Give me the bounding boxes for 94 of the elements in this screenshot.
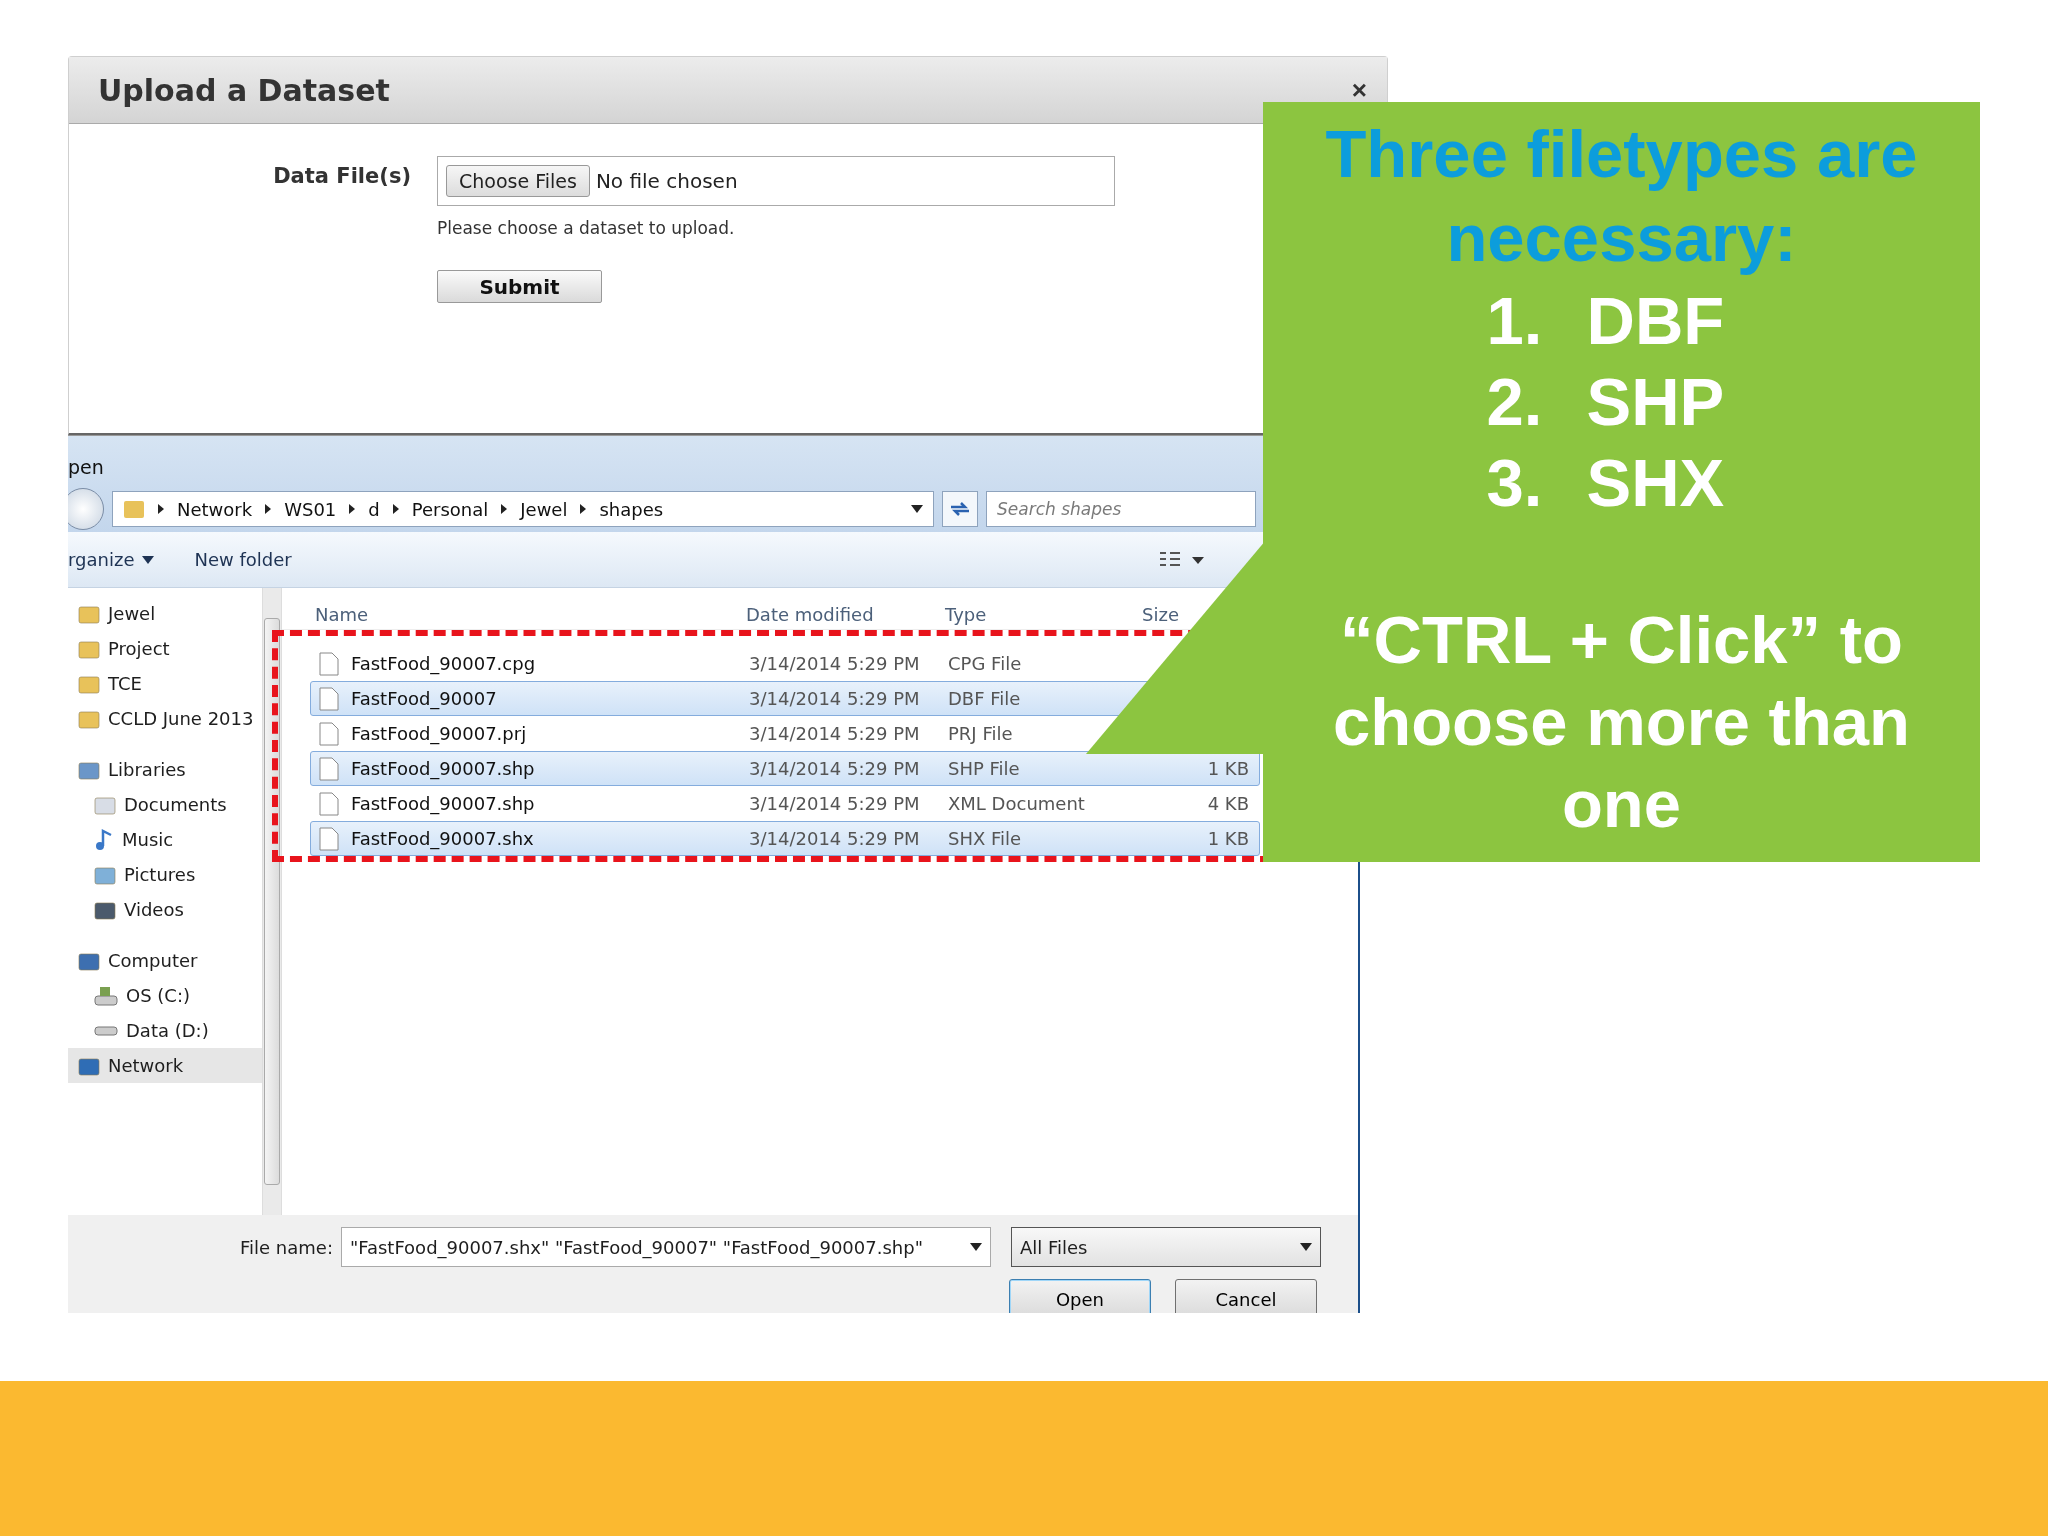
nav-item[interactable]: Jewel xyxy=(68,596,262,631)
date-cell-text: 3/14/2014 5:29 PM xyxy=(749,653,921,674)
list-item: SHX xyxy=(1586,444,1726,522)
list-item: DBF xyxy=(1586,282,1726,360)
type-cell-text: DBF File xyxy=(948,688,1022,709)
file-name: FastFood_90007.shx xyxy=(351,828,535,849)
field-label: Data File(s) xyxy=(272,163,411,190)
type-cell-text: SHP File xyxy=(948,758,1021,779)
chevron-icon xyxy=(348,503,357,515)
type-cell-text: XML Document xyxy=(948,793,1086,814)
nav-item[interactable]: Pictures xyxy=(68,857,262,892)
type-cell-text: PRJ File xyxy=(948,723,1014,744)
back-button[interactable] xyxy=(68,488,104,530)
column-header[interactable]: Type xyxy=(945,604,1142,629)
file-icon xyxy=(319,756,339,781)
type-cell-text: CPG File xyxy=(948,653,1023,674)
list-number: 1. xyxy=(1486,282,1544,360)
file-name: FastFood_90007.prj xyxy=(351,723,528,744)
date-cell-text: 3/14/2014 5:29 PM xyxy=(749,828,921,849)
window-title: pen xyxy=(68,455,105,480)
type-cell-text: SHX File xyxy=(948,828,1023,849)
dialog-title: Upload a Dataset xyxy=(98,72,390,108)
scrollbar[interactable] xyxy=(262,588,282,1215)
chevron-icon xyxy=(579,503,588,515)
column-header[interactable]: Date modified xyxy=(746,604,945,629)
field-hint: Please choose a dataset to upload. xyxy=(437,218,735,238)
file-icon xyxy=(319,826,339,851)
file-icon xyxy=(319,651,339,676)
file-name: FastFood_90007 xyxy=(351,688,498,709)
breadcrumb-item[interactable]: Personal xyxy=(411,498,489,520)
address-bar[interactable]: Network WS01 d Personal Jewel shapes xyxy=(112,491,934,527)
file-name: FastFood_90007.shp xyxy=(351,793,536,814)
cancel-button[interactable]: Cancel xyxy=(1175,1279,1317,1313)
submit-button[interactable]: Submit xyxy=(437,270,602,303)
music-note-icon xyxy=(94,828,114,851)
breadcrumb-item[interactable]: Jewel xyxy=(520,498,568,520)
size-cell-text: 1 KB xyxy=(1206,758,1250,779)
breadcrumb-item[interactable]: WS01 xyxy=(284,498,337,520)
date-cell-text: 3/14/2014 5:29 PM xyxy=(749,758,921,779)
file-name: FastFood_90007.cpg xyxy=(351,653,537,674)
date-cell-text: 3/14/2014 5:29 PM xyxy=(749,723,921,744)
nav-item[interactable]: Libraries xyxy=(68,752,262,787)
nav-item[interactable]: Data (D:) xyxy=(68,1013,262,1048)
nav-item[interactable]: Videos xyxy=(68,892,262,927)
file-name-label: File name: xyxy=(240,1236,333,1258)
organize-menu[interactable]: rganize xyxy=(68,549,155,570)
nav-item[interactable]: Documents xyxy=(68,787,262,822)
dropdown-arrow-icon[interactable] xyxy=(911,505,923,513)
file-icon xyxy=(319,721,339,746)
file-row[interactable]: FastFood_90007.shx 3/14/2014 5:29 PM SHX File 1 KB xyxy=(310,821,1260,856)
new-folder-button[interactable]: New folder xyxy=(194,549,292,570)
drive-icon xyxy=(94,985,118,1006)
chevron-icon xyxy=(500,503,509,515)
size-cell-text: 4 KB xyxy=(1206,793,1250,814)
drive-icon xyxy=(94,1025,118,1036)
open-button[interactable]: Open xyxy=(1009,1279,1151,1313)
nav-item[interactable]: Music xyxy=(68,822,262,857)
file-name-field[interactable]: "FastFood_90007.shx" "FastFood_90007" "FastFood_90007.shp" xyxy=(340,1227,991,1267)
breadcrumb-item[interactable]: Network xyxy=(177,498,253,520)
refresh-button[interactable] xyxy=(942,491,978,527)
file-input-field[interactable]: Choose Files No file chosen xyxy=(437,156,1115,206)
nav-item[interactable]: CCLD June 2013 xyxy=(68,701,262,736)
choose-files-button[interactable]: Choose Files xyxy=(446,165,590,197)
chevron-icon xyxy=(157,503,165,515)
callout-title: Three filetypes are necessary: xyxy=(1324,115,1919,277)
chevron-icon xyxy=(391,503,400,515)
file-row[interactable]: FastFood_90007.shp 3/14/2014 5:29 PM XML Document 4 KB xyxy=(310,786,1260,821)
close-button[interactable]: × xyxy=(1351,74,1367,106)
breadcrumb-item[interactable]: d xyxy=(368,498,380,520)
callout-note: “CTRL + Click” to choose more than one xyxy=(1331,601,1912,843)
dropdown-arrow-icon xyxy=(969,1243,982,1251)
list-item: SHP xyxy=(1586,363,1726,441)
search-field[interactable]: Search shapes xyxy=(986,491,1256,527)
size-cell-text: 1 KB xyxy=(1206,828,1250,849)
column-header[interactable]: Name xyxy=(315,604,746,629)
file-icon xyxy=(319,791,339,816)
breadcrumb-item[interactable]: shapes xyxy=(599,498,664,520)
nav-item[interactable]: Computer xyxy=(68,943,262,978)
date-cell-text: 3/14/2014 5:29 PM xyxy=(749,688,921,709)
chevron-icon xyxy=(264,503,273,515)
list-number: 2. xyxy=(1486,363,1544,441)
file-type-dropdown[interactable]: All Files xyxy=(1010,1227,1321,1267)
caret-icon xyxy=(142,555,155,564)
file-row[interactable]: FastFood_90007.shp 3/14/2014 5:29 PM SHP File 1 KB xyxy=(310,751,1260,786)
nav-item[interactable]: OS (C:) xyxy=(68,978,262,1013)
file-name: FastFood_90007.shp xyxy=(351,758,536,779)
date-cell-text: 3/14/2014 5:29 PM xyxy=(749,793,921,814)
dropdown-arrow-icon xyxy=(1299,1243,1312,1251)
nav-item[interactable]: TCE xyxy=(68,666,262,701)
list-number: 3. xyxy=(1486,444,1544,522)
file-status: No file chosen xyxy=(595,169,738,193)
nav-item[interactable]: Project xyxy=(68,631,262,666)
nav-item[interactable]: Network xyxy=(68,1048,262,1083)
file-icon xyxy=(319,686,339,711)
